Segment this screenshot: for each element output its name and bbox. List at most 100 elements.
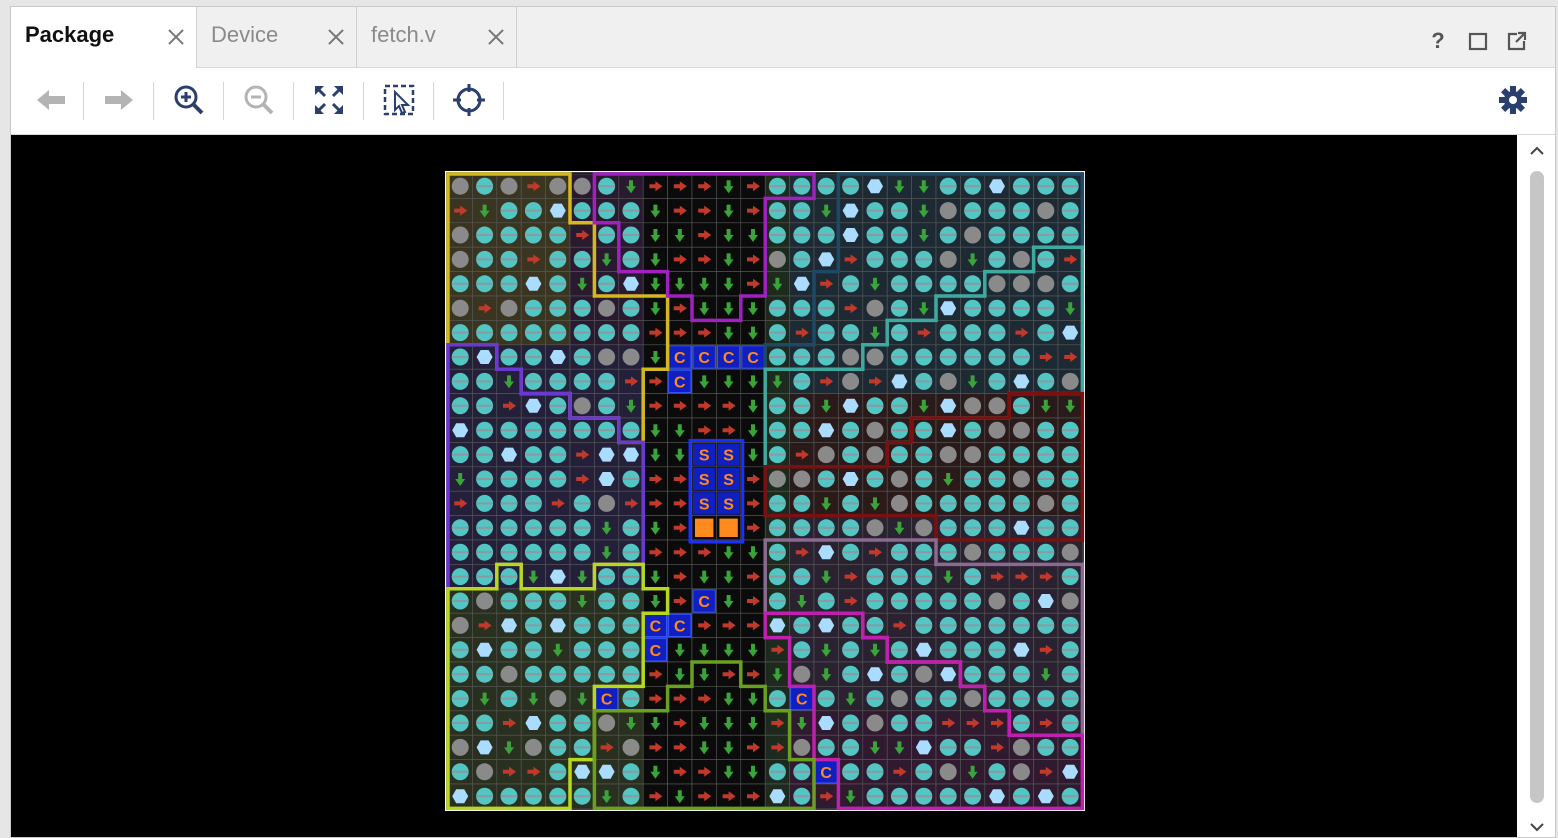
unbonded-pin[interactable] bbox=[622, 738, 640, 756]
unbonded-pin[interactable] bbox=[939, 763, 957, 781]
io-pin-bar bbox=[842, 624, 859, 627]
unbonded-pin[interactable] bbox=[451, 299, 469, 317]
unbonded-pin[interactable] bbox=[622, 348, 640, 366]
unbonded-pin[interactable] bbox=[964, 543, 982, 561]
unbonded-pin[interactable] bbox=[500, 177, 518, 195]
scroll-up-icon[interactable] bbox=[1529, 143, 1545, 159]
unbonded-pin[interactable] bbox=[793, 470, 811, 488]
unbonded-pin[interactable] bbox=[817, 446, 835, 464]
unbonded-pin[interactable] bbox=[964, 446, 982, 464]
unbonded-pin[interactable] bbox=[988, 592, 1006, 610]
unbonded-pin[interactable] bbox=[768, 250, 786, 268]
unbonded-pin[interactable] bbox=[549, 177, 567, 195]
unbonded-pin[interactable] bbox=[573, 397, 591, 415]
unbonded-pin[interactable] bbox=[1061, 543, 1079, 561]
unbonded-pin[interactable] bbox=[939, 202, 957, 220]
back-arrow-icon[interactable] bbox=[33, 82, 69, 118]
unbonded-pin[interactable] bbox=[451, 250, 469, 268]
scroll-down-icon[interactable] bbox=[1529, 819, 1545, 835]
unbonded-pin[interactable] bbox=[1061, 592, 1079, 610]
unbonded-pin[interactable] bbox=[866, 446, 884, 464]
settings-gear-icon[interactable] bbox=[1495, 82, 1531, 118]
vertical-scrollbar[interactable] bbox=[1517, 135, 1555, 837]
unbonded-pin[interactable] bbox=[573, 177, 591, 195]
tab-device[interactable]: Device bbox=[197, 7, 357, 67]
unbonded-pin[interactable] bbox=[524, 738, 542, 756]
close-tab-icon[interactable] bbox=[165, 26, 187, 48]
close-tab-icon[interactable] bbox=[485, 26, 507, 48]
io-pin-bar bbox=[964, 502, 981, 505]
unbonded-pin[interactable] bbox=[500, 299, 518, 317]
zoom-out-icon[interactable] bbox=[241, 82, 277, 118]
unbonded-pin[interactable] bbox=[451, 616, 469, 634]
unbonded-pin[interactable] bbox=[476, 763, 494, 781]
close-tab-icon[interactable] bbox=[325, 26, 347, 48]
unbonded-pin[interactable] bbox=[476, 592, 494, 610]
forward-arrow-icon[interactable] bbox=[101, 82, 137, 118]
unbonded-pin[interactable] bbox=[939, 250, 957, 268]
unbonded-pin[interactable] bbox=[866, 421, 884, 439]
unbonded-pin[interactable] bbox=[866, 714, 884, 732]
scrollbar-thumb[interactable] bbox=[1530, 171, 1544, 803]
unbonded-pin[interactable] bbox=[842, 372, 860, 390]
unbonded-pin[interactable] bbox=[598, 348, 616, 366]
unbonded-pin[interactable] bbox=[793, 665, 811, 683]
unbonded-pin[interactable] bbox=[939, 372, 957, 390]
help-icon[interactable]: ? bbox=[1426, 29, 1450, 53]
unbonded-pin[interactable] bbox=[1012, 250, 1030, 268]
zoom-in-icon[interactable] bbox=[171, 82, 207, 118]
unbonded-pin[interactable] bbox=[1012, 763, 1030, 781]
unbonded-pin[interactable] bbox=[890, 690, 908, 708]
float-window-icon[interactable] bbox=[1505, 29, 1529, 53]
unbonded-pin[interactable] bbox=[866, 348, 884, 366]
unbonded-pin[interactable] bbox=[1061, 372, 1079, 390]
zoom-fit-icon[interactable] bbox=[311, 82, 347, 118]
io-pin-bar bbox=[525, 502, 542, 505]
unbonded-pin[interactable] bbox=[451, 226, 469, 244]
package-pin-grid[interactable]: C C C CCCC CCC CCS SS SS S bbox=[445, 171, 1085, 811]
unbonded-pin[interactable] bbox=[598, 494, 616, 512]
unbonded-pin[interactable] bbox=[890, 494, 908, 512]
unbonded-pin[interactable] bbox=[549, 690, 567, 708]
unbonded-pin[interactable] bbox=[451, 177, 469, 195]
unbonded-pin[interactable] bbox=[964, 226, 982, 244]
autofit-selection-icon[interactable] bbox=[451, 82, 487, 118]
unbonded-pin[interactable] bbox=[890, 470, 908, 488]
unbonded-pin[interactable] bbox=[988, 397, 1006, 415]
tab-fetch-v[interactable]: fetch.v bbox=[357, 7, 517, 67]
unbonded-pin[interactable] bbox=[866, 519, 884, 537]
unbonded-pin[interactable] bbox=[1012, 275, 1030, 293]
unbonded-pin[interactable] bbox=[964, 397, 982, 415]
tab-package[interactable]: Package bbox=[11, 7, 197, 68]
unbonded-pin[interactable] bbox=[1012, 470, 1030, 488]
unbonded-pin[interactable] bbox=[1012, 738, 1030, 756]
unbonded-pin[interactable] bbox=[988, 421, 1006, 439]
unbonded-pin[interactable] bbox=[598, 299, 616, 317]
unbonded-pin[interactable] bbox=[1037, 494, 1055, 512]
io-pin-bar bbox=[867, 478, 883, 480]
maximize-icon[interactable] bbox=[1466, 29, 1490, 53]
analog-pin[interactable] bbox=[719, 518, 738, 537]
unbonded-pin[interactable] bbox=[842, 348, 860, 366]
config-pin-label: C bbox=[674, 350, 686, 367]
zoom-area-icon[interactable] bbox=[381, 82, 417, 118]
unbonded-pin[interactable] bbox=[451, 738, 469, 756]
unbonded-pin[interactable] bbox=[939, 446, 957, 464]
unbonded-pin[interactable] bbox=[1037, 202, 1055, 220]
unbonded-pin[interactable] bbox=[793, 738, 811, 756]
analog-pin[interactable] bbox=[695, 518, 714, 537]
unbonded-pin[interactable] bbox=[1037, 275, 1055, 293]
io-pin-bar bbox=[940, 331, 957, 334]
unbonded-pin[interactable] bbox=[915, 665, 933, 683]
unbonded-pin[interactable] bbox=[1012, 421, 1030, 439]
unbonded-pin[interactable] bbox=[768, 470, 786, 488]
package-canvas[interactable]: CCCCCCCCCCCCSSSSSS bbox=[11, 135, 1517, 837]
unbonded-pin[interactable] bbox=[866, 299, 884, 317]
unbonded-pin[interactable] bbox=[988, 275, 1006, 293]
unbonded-pin[interactable] bbox=[500, 665, 518, 683]
unbonded-pin[interactable] bbox=[598, 714, 616, 732]
unbonded-pin[interactable] bbox=[964, 690, 982, 708]
io-pin-bar bbox=[1037, 526, 1054, 529]
unbonded-pin[interactable] bbox=[915, 519, 933, 537]
io-pin-bar bbox=[989, 380, 1005, 383]
